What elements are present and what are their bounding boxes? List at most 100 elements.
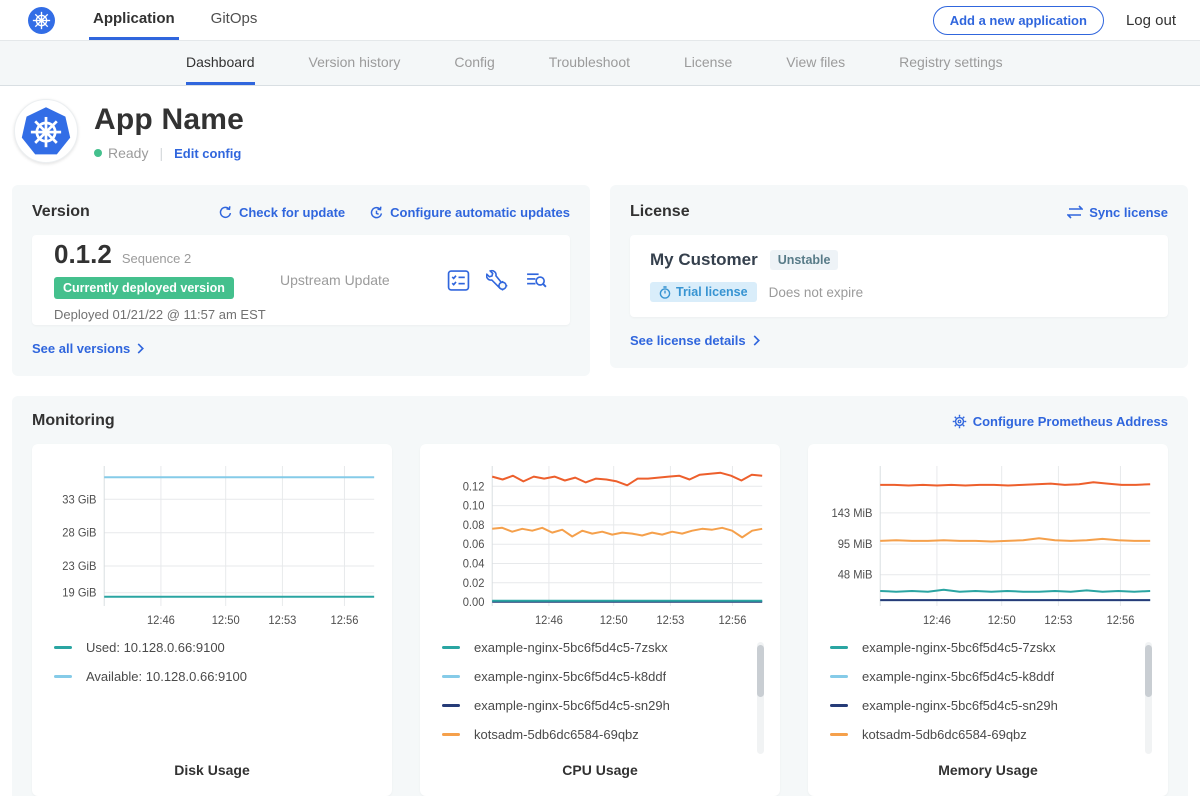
status-text: Ready	[108, 145, 148, 161]
monitoring-section: Monitoring Configure Prometheus Address …	[12, 396, 1188, 796]
currently-deployed-badge: Currently deployed version	[54, 277, 234, 299]
edit-config-link[interactable]: Edit config	[174, 146, 241, 161]
view-diff-icon[interactable]	[525, 269, 548, 292]
chevron-right-icon	[752, 335, 761, 346]
version-number: 0.1.2	[54, 239, 112, 270]
legend-item[interactable]: example-nginx-5bc6f5d4c5-k8ddf	[442, 669, 738, 684]
legend-color-dash	[830, 646, 848, 649]
legend-item[interactable]: example-nginx-5bc6f5d4c5-sn29h	[830, 698, 1126, 713]
channel-badge: Unstable	[770, 250, 839, 270]
svg-text:12:56: 12:56	[1106, 615, 1134, 627]
status-dot-ready	[94, 149, 102, 157]
subnav-tab-dashboard[interactable]: Dashboard	[186, 41, 255, 85]
legend-color-dash	[442, 704, 460, 707]
legend-color-dash	[442, 733, 460, 736]
chart-legend: example-nginx-5bc6f5d4c5-7zskx example-n…	[830, 640, 1156, 758]
legend-scrollbar	[757, 642, 764, 754]
stopwatch-icon	[659, 286, 671, 299]
chart-title: CPU Usage	[432, 762, 768, 782]
svg-text:0.06: 0.06	[463, 539, 485, 551]
svg-text:95 MiB: 95 MiB	[838, 539, 873, 551]
chart-card-cpu-usage: 0.120.100.080.060.040.020.0012:4612:5012…	[420, 444, 780, 796]
subnav-tab-troubleshoot[interactable]: Troubleshoot	[549, 41, 630, 85]
version-card: Version Check for update Configure au	[12, 185, 590, 376]
topnav-spacer	[289, 0, 932, 40]
configure-automatic-updates-link[interactable]: Configure automatic updates	[369, 205, 570, 220]
svg-text:12:53: 12:53	[1044, 615, 1072, 627]
subnav-tab-registry-settings[interactable]: Registry settings	[899, 41, 1002, 85]
kubernetes-app-icon	[19, 104, 73, 158]
license-details-row: My Customer Unstable Trial license Does …	[630, 235, 1168, 317]
svg-text:0.02: 0.02	[463, 578, 485, 590]
chart-card-memory-usage: 143 MiB95 MiB48 MiB12:4612:5012:5312:56 …	[808, 444, 1168, 796]
page-title-app-name: App Name	[94, 103, 244, 137]
license-expiry: Does not expire	[769, 285, 864, 300]
svg-text:12:46: 12:46	[535, 615, 563, 627]
svg-text:28 GiB: 28 GiB	[62, 528, 96, 540]
legend-item[interactable]: example-nginx-5bc6f5d4c5-7zskx	[830, 640, 1126, 655]
topnav-tab-gitops[interactable]: GitOps	[207, 0, 262, 40]
deployed-timestamp: Deployed 01/21/22 @ 11:57 am EST	[54, 307, 272, 322]
svg-text:48 MiB: 48 MiB	[838, 570, 873, 582]
svg-text:23 GiB: 23 GiB	[62, 561, 96, 573]
trial-license-badge: Trial license	[650, 282, 757, 302]
chart-title: Memory Usage	[820, 762, 1156, 782]
legend-scrollbar-thumb[interactable]	[757, 645, 764, 697]
see-license-details-link[interactable]: See license details	[630, 333, 761, 348]
chevron-right-icon	[136, 343, 145, 354]
topnav-tab-application[interactable]: Application	[89, 0, 179, 40]
chart-title: Disk Usage	[44, 762, 380, 782]
subnav-tab-version-history[interactable]: Version history	[309, 41, 401, 85]
kubernetes-logo-icon	[28, 7, 55, 34]
svg-text:33 GiB: 33 GiB	[62, 494, 96, 506]
svg-text:143 MiB: 143 MiB	[831, 508, 872, 520]
svg-text:12:50: 12:50	[988, 615, 1016, 627]
sync-license-link[interactable]: Sync license	[1067, 205, 1168, 220]
kubernetes-logo[interactable]	[28, 0, 55, 40]
svg-text:0.08: 0.08	[463, 520, 485, 532]
legend-item[interactable]: example-nginx-5bc6f5d4c5-k8ddf	[830, 669, 1126, 684]
legend-item[interactable]: Available: 10.128.0.66:9100	[54, 669, 350, 684]
app-sub-navbar: Dashboard Version history Config Trouble…	[0, 41, 1200, 86]
app-header: App Name Ready | Edit config	[0, 86, 1200, 177]
add-application-button[interactable]: Add a new application	[933, 6, 1104, 35]
top-navbar: Application GitOps Add a new application…	[0, 0, 1200, 41]
preflight-checks-icon[interactable]	[447, 269, 470, 292]
configure-prometheus-link[interactable]: Configure Prometheus Address	[952, 414, 1168, 429]
chart-row: 33 GiB28 GiB23 GiB19 GiB12:4612:5012:531…	[32, 444, 1168, 796]
legend-item[interactable]: Used: 10.128.0.66:9100	[54, 640, 350, 655]
legend-item[interactable]: kotsadm-5db6dc6584-69qbz	[442, 727, 738, 742]
legend-color-dash	[830, 733, 848, 736]
cards-row: Version Check for update Configure au	[0, 177, 1200, 376]
svg-text:0.12: 0.12	[463, 481, 485, 493]
gear-icon	[952, 414, 967, 429]
subnav-tab-license[interactable]: License	[684, 41, 732, 85]
check-for-update-link[interactable]: Check for update	[218, 205, 345, 220]
svg-text:12:46: 12:46	[923, 615, 951, 627]
line-chart: 0.120.100.080.060.040.020.0012:4612:5012…	[432, 458, 768, 630]
monitoring-title: Monitoring	[32, 412, 115, 430]
clock-update-icon	[369, 205, 384, 220]
status-divider: |	[159, 145, 163, 161]
svg-text:19 GiB: 19 GiB	[62, 588, 96, 600]
legend-item[interactable]: example-nginx-5bc6f5d4c5-sn29h	[442, 698, 738, 713]
line-chart: 33 GiB28 GiB23 GiB19 GiB12:4612:5012:531…	[44, 458, 380, 630]
line-chart: 143 MiB 95 MiB 48 MiB 12:46 12:50 12:53 12:56	[820, 458, 1156, 630]
legend-scrollbar-thumb[interactable]	[1145, 645, 1152, 697]
license-card-title: License	[630, 203, 690, 221]
refresh-icon	[218, 205, 233, 220]
logout-button[interactable]: Log out	[1126, 12, 1176, 29]
legend-scrollbar	[1145, 642, 1152, 754]
legend-color-dash	[830, 675, 848, 678]
svg-text:0.10: 0.10	[463, 500, 485, 512]
svg-text:12:46: 12:46	[147, 615, 175, 627]
legend-item[interactable]: example-nginx-5bc6f5d4c5-7zskx	[442, 640, 738, 655]
legend-item[interactable]: kotsadm-5db6dc6584-69qbz	[830, 727, 1126, 742]
subnav-tab-config[interactable]: Config	[454, 41, 494, 85]
see-all-versions-link[interactable]: See all versions	[32, 341, 145, 356]
config-wrench-icon[interactable]	[486, 269, 509, 292]
sync-arrows-icon	[1067, 205, 1083, 219]
chart-legend: Used: 10.128.0.66:9100 Available: 10.128…	[54, 640, 380, 758]
subnav-tab-view-files[interactable]: View files	[786, 41, 845, 85]
current-version-row: 0.1.2 Sequence 2 Currently deployed vers…	[32, 235, 570, 325]
